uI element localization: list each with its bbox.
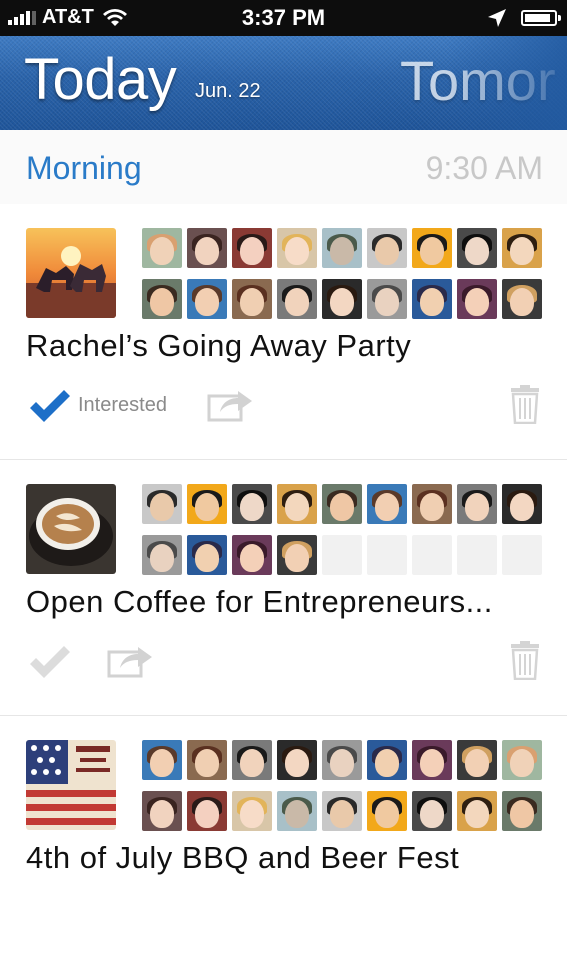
attendee-avatar[interactable] [502, 484, 542, 524]
section-label: Morning [26, 150, 142, 186]
attendee-avatar[interactable] [412, 791, 452, 831]
page-title: Today [24, 47, 177, 112]
empty-attendee-slot [502, 535, 542, 575]
attendee-avatar[interactable] [367, 740, 407, 780]
attendee-avatar[interactable] [322, 228, 362, 268]
empty-attendee-slot [412, 535, 452, 575]
attendee-avatar[interactable] [412, 484, 452, 524]
attendee-avatar[interactable] [502, 228, 542, 268]
section-time: 9:30 AM [425, 150, 543, 186]
checkmark-icon[interactable] [26, 642, 74, 682]
attendee-avatar[interactable] [367, 791, 407, 831]
event-card[interactable]: Rachel’s Going Away Party Interested [0, 204, 567, 460]
attendee-avatar[interactable] [502, 791, 542, 831]
attendee-avatar[interactable] [502, 740, 542, 780]
attendee-avatar[interactable] [457, 484, 497, 524]
share-icon[interactable] [106, 642, 154, 680]
attendee-avatar[interactable] [142, 535, 182, 575]
attendee-avatar[interactable] [142, 791, 182, 831]
attendee-avatar[interactable] [232, 228, 272, 268]
attendee-avatar[interactable] [232, 791, 272, 831]
attendee-avatar[interactable] [457, 791, 497, 831]
attendee-avatar[interactable] [232, 279, 272, 319]
event-actions: Interested [26, 384, 546, 428]
empty-attendee-slot [457, 535, 497, 575]
status-time: 3:37 PM [241, 5, 326, 30]
event-card[interactable]: 4th of July BBQ and Beer Fest [0, 716, 567, 972]
event-thumbnail[interactable] [26, 740, 116, 830]
day-header[interactable]: Today Jun. 22 Tomor [0, 36, 567, 132]
event-card[interactable]: Open Coffee for Entrepreneurs... [0, 460, 567, 716]
attendee-avatar[interactable] [457, 740, 497, 780]
attendee-avatar[interactable] [412, 740, 452, 780]
event-thumbnail[interactable] [26, 484, 116, 574]
empty-attendee-slot [367, 535, 407, 575]
attendee-avatar[interactable] [232, 535, 272, 575]
attendee-avatar[interactable] [277, 228, 317, 268]
battery-icon [521, 10, 561, 26]
attendee-grid [142, 740, 544, 831]
attendee-avatar[interactable] [187, 279, 227, 319]
attendee-avatar[interactable] [277, 279, 317, 319]
attendee-avatar[interactable] [322, 279, 362, 319]
attendee-avatar[interactable] [232, 740, 272, 780]
attendee-avatar[interactable] [367, 279, 407, 319]
attendee-avatar[interactable] [277, 535, 317, 575]
attendee-avatar[interactable] [142, 279, 182, 319]
event-title[interactable]: 4th of July BBQ and Beer Fest [26, 840, 459, 876]
event-title[interactable]: Open Coffee for Entrepreneurs... [26, 584, 493, 620]
share-icon[interactable] [206, 386, 254, 424]
attendee-avatar[interactable] [277, 791, 317, 831]
attendee-avatar[interactable] [412, 228, 452, 268]
attendee-avatar[interactable] [187, 228, 227, 268]
attendee-avatar[interactable] [142, 740, 182, 780]
status-bar: AT&T 3:37 PM [0, 0, 567, 36]
interested-label[interactable]: Interested [78, 394, 167, 417]
attendee-avatar[interactable] [322, 791, 362, 831]
event-title[interactable]: Rachel’s Going Away Party [26, 328, 411, 364]
empty-attendee-slot [322, 535, 362, 575]
attendee-avatar[interactable] [187, 740, 227, 780]
attendee-avatar[interactable] [502, 279, 542, 319]
attendee-avatar[interactable] [457, 279, 497, 319]
header-fade [447, 36, 567, 130]
attendee-avatar[interactable] [187, 535, 227, 575]
trash-icon[interactable] [510, 640, 540, 680]
attendee-avatar[interactable] [187, 791, 227, 831]
attendee-avatar[interactable] [142, 228, 182, 268]
attendee-avatar[interactable] [187, 484, 227, 524]
attendee-avatar[interactable] [457, 228, 497, 268]
event-thumbnail[interactable] [26, 228, 116, 318]
event-actions [26, 640, 546, 684]
attendee-avatar[interactable] [322, 740, 362, 780]
attendee-avatar[interactable] [277, 740, 317, 780]
attendee-grid [142, 228, 544, 319]
trash-icon[interactable] [510, 384, 540, 424]
attendee-avatar[interactable] [412, 279, 452, 319]
attendee-avatar[interactable] [277, 484, 317, 524]
attendee-avatar[interactable] [367, 484, 407, 524]
location-arrow-icon [488, 9, 506, 27]
attendee-avatar[interactable] [322, 484, 362, 524]
battery-fill [525, 14, 551, 22]
attendee-avatar[interactable] [232, 484, 272, 524]
attendee-grid [142, 484, 544, 575]
attendee-avatar[interactable] [142, 484, 182, 524]
section-header: Morning 9:30 AM [0, 130, 567, 204]
header-date: Jun. 22 [195, 80, 261, 102]
attendee-avatar[interactable] [367, 228, 407, 268]
checkmark-icon[interactable] [26, 386, 74, 426]
